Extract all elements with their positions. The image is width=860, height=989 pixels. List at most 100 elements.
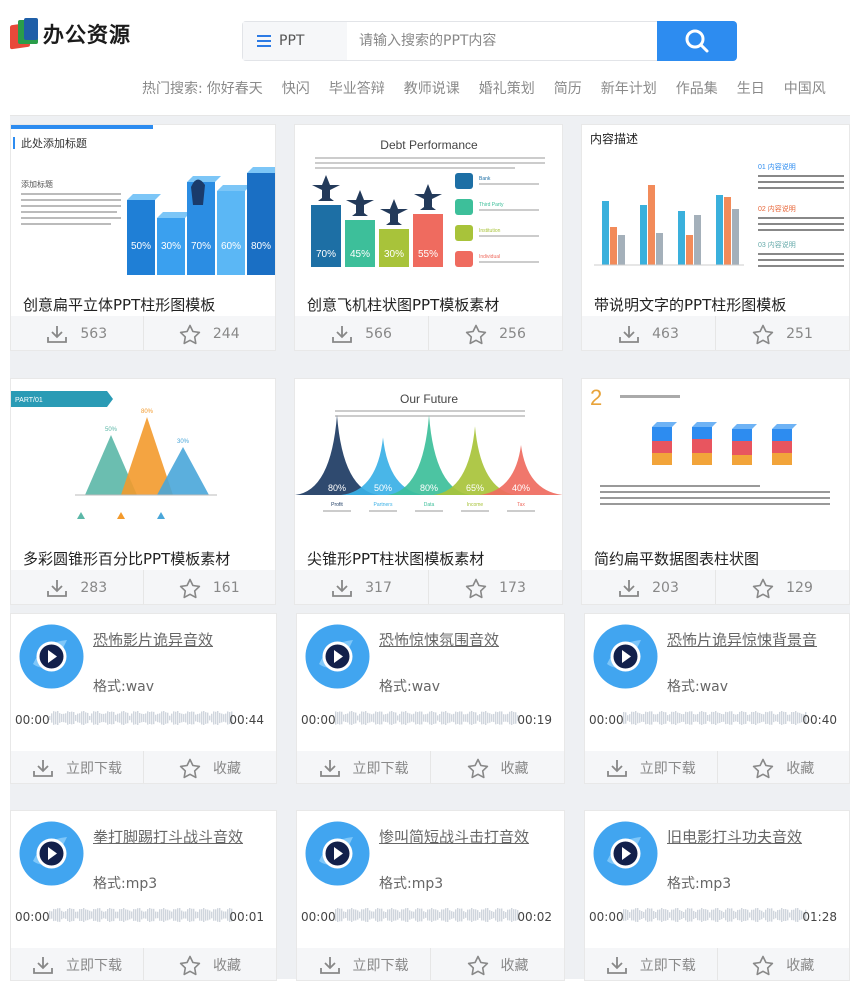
download-count[interactable]: 203 — [582, 570, 715, 604]
waveform-bar — [407, 712, 409, 724]
ppt-card[interactable]: Debt Performance 70% 45% 30% 55% Bank Third … — [294, 124, 563, 351]
site-logo[interactable]: 办公资源 — [10, 18, 131, 50]
download-count[interactable]: 463 — [582, 316, 715, 350]
audio-waveform[interactable] — [335, 711, 519, 725]
ppt-card[interactable]: 内容描述 01 内容说明 02 内容说明 03 内容说明 带说明文字的PPT柱形… — [581, 124, 850, 351]
ppt-thumbnail[interactable]: 此处添加标题 添加标题 50% 30% 70% 60% 80% — [11, 125, 275, 277]
waveform-bar — [357, 715, 359, 721]
audio-card[interactable]: 拳打脚踢打斗战斗音效 格式:mp3 00:00 00:01 立即下载 收藏 — [10, 810, 277, 981]
favorite-count[interactable]: 173 — [428, 570, 562, 604]
favorite-count[interactable]: 161 — [142, 570, 276, 604]
ppt-thumbnail[interactable]: 内容描述 01 内容说明 02 内容说明 03 内容说明 — [582, 125, 849, 277]
ppt-thumbnail[interactable]: Our Future 80% Profit 50% Partners 80% Data 65… — [295, 379, 562, 531]
waveform-bar — [161, 909, 163, 921]
hot-search-term[interactable]: 教师说课 — [404, 78, 460, 98]
audio-waveform[interactable] — [49, 908, 233, 922]
hot-search-term[interactable]: 婚礼策划 — [479, 78, 535, 98]
hot-search-term[interactable]: 新年计划 — [601, 78, 657, 98]
ppt-title[interactable]: 多彩圆锥形百分比PPT模板素材 — [23, 548, 230, 569]
audio-title[interactable]: 恐怖片诡异惊悚背景音 — [667, 629, 817, 650]
download-button[interactable]: 立即下载 — [11, 751, 143, 783]
waveform-bar — [783, 909, 785, 921]
airplane-icon — [346, 190, 374, 216]
waveform-bar — [657, 713, 659, 723]
audio-waveform[interactable] — [623, 908, 807, 922]
audio-title[interactable]: 拳打脚踢打斗战斗音效 — [93, 826, 243, 847]
play-icon[interactable] — [19, 821, 84, 886]
download-button[interactable]: 立即下载 — [297, 751, 430, 783]
ppt-card[interactable]: PART/01 50% 80% 30% 多彩圆锥形百分比PPT模板素材 283 16… — [10, 378, 276, 605]
hot-search-term[interactable]: 快闪 — [282, 78, 310, 98]
ppt-card[interactable]: 2 简约扁平数据图表柱状图 203 129 — [581, 378, 850, 605]
waveform-bar — [85, 712, 87, 724]
favorite-button[interactable]: 收藏 — [430, 948, 564, 980]
hot-search-term[interactable]: 简历 — [554, 78, 582, 98]
waveform-bar — [635, 908, 637, 922]
audio-card[interactable]: 惨叫简短战斗击打音效 格式:mp3 00:00 00:02 立即下载 收藏 — [296, 810, 565, 981]
favorite-button[interactable]: 收藏 — [143, 948, 276, 980]
audio-waveform[interactable] — [49, 711, 233, 725]
waveform-bar — [707, 715, 709, 721]
favorite-button[interactable]: 收藏 — [430, 751, 564, 783]
favorite-button[interactable]: 收藏 — [716, 751, 850, 783]
waveform-bar — [655, 714, 657, 722]
audio-card[interactable]: 恐怖惊悚氛围音效 格式:wav 00:00 00:19 立即下载 收藏 — [296, 613, 565, 784]
favorite-button[interactable]: 收藏 — [143, 751, 276, 783]
ppt-card[interactable]: 此处添加标题 添加标题 50% 30% 70% 60% 80% 创意扁平立体PPT柱形图… — [10, 124, 276, 351]
download-count[interactable]: 283 — [11, 570, 143, 604]
play-icon[interactable] — [305, 624, 370, 689]
waveform-bar — [205, 712, 207, 724]
audio-card[interactable]: 旧电影打斗功夫音效 格式:mp3 00:00 01:28 立即下载 收藏 — [584, 810, 850, 981]
play-icon[interactable] — [305, 821, 370, 886]
download-button[interactable]: 立即下载 — [297, 948, 430, 980]
hot-search-term[interactable]: 你好春天 — [207, 78, 263, 98]
search-type-select[interactable]: PPT — [243, 22, 347, 60]
download-count[interactable]: 563 — [11, 316, 143, 350]
ppt-title[interactable]: 带说明文字的PPT柱形图模板 — [594, 294, 786, 315]
waveform-bar — [211, 713, 213, 723]
waveform-bar — [115, 911, 117, 919]
ppt-title[interactable]: 尖锥形PPT柱状图模板素材 — [307, 548, 484, 569]
audio-title[interactable]: 旧电影打斗功夫音效 — [667, 826, 802, 847]
download-count[interactable]: 566 — [295, 316, 428, 350]
audio-card[interactable]: 恐怖影片诡异音效 格式:wav 00:00 00:44 立即下载 收藏 — [10, 613, 277, 784]
ppt-thumbnail[interactable]: PART/01 50% 80% 30% — [11, 379, 275, 531]
waveform-bar — [153, 908, 155, 922]
hot-search-term[interactable]: 中国风 — [784, 78, 826, 98]
play-icon[interactable] — [593, 821, 658, 886]
audio-waveform[interactable] — [623, 711, 807, 725]
audio-title[interactable]: 惨叫简短战斗击打音效 — [379, 826, 529, 847]
ppt-card[interactable]: Our Future 80% Profit 50% Partners 80% Data 65… — [294, 378, 563, 605]
favorite-count[interactable]: 256 — [428, 316, 562, 350]
search-input[interactable] — [359, 30, 649, 52]
audio-start-time: 00:00 — [301, 713, 336, 727]
ppt-thumbnail[interactable]: Debt Performance 70% 45% 30% 55% Bank Third … — [295, 125, 562, 277]
download-button[interactable]: 立即下载 — [585, 948, 717, 980]
favorite-count[interactable]: 244 — [142, 316, 276, 350]
favorite-button[interactable]: 收藏 — [716, 948, 850, 980]
hot-search-term[interactable]: 作品集 — [676, 78, 718, 98]
download-button[interactable]: 立即下载 — [585, 751, 717, 783]
play-icon[interactable] — [19, 624, 84, 689]
waveform-bar — [685, 909, 687, 921]
play-icon[interactable] — [593, 624, 658, 689]
ppt-title[interactable]: 创意扁平立体PPT柱形图模板 — [23, 294, 215, 315]
waveform-bar — [143, 911, 145, 919]
ppt-title[interactable]: 创意飞机柱状图PPT模板素材 — [307, 294, 499, 315]
download-button[interactable]: 立即下载 — [11, 948, 143, 980]
hot-search-term[interactable]: 生日 — [737, 78, 765, 98]
favorite-count[interactable]: 129 — [715, 570, 849, 604]
favorite-count[interactable]: 251 — [715, 316, 849, 350]
audio-title[interactable]: 恐怖影片诡异音效 — [93, 629, 213, 650]
audio-card[interactable]: 恐怖片诡异惊悚背景音 格式:wav 00:00 00:40 立即下载 收藏 — [584, 613, 850, 784]
download-count[interactable]: 317 — [295, 570, 428, 604]
waveform-bar — [481, 909, 483, 921]
ppt-title[interactable]: 简约扁平数据图表柱状图 — [594, 548, 759, 569]
hot-search-term[interactable]: 毕业答辩 — [329, 78, 385, 98]
search-button[interactable] — [657, 21, 737, 61]
audio-waveform[interactable] — [335, 908, 519, 922]
waveform-bar — [161, 711, 163, 725]
audio-title[interactable]: 恐怖惊悚氛围音效 — [379, 629, 499, 650]
ppt-thumbnail[interactable]: 2 — [582, 379, 849, 531]
peak-label: 80% — [328, 483, 346, 493]
